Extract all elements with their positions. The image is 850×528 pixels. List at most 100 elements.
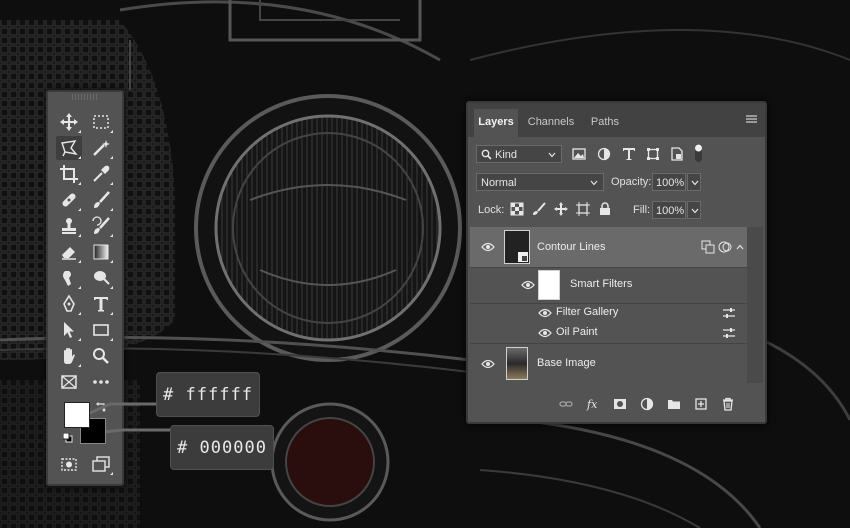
marquee-tool[interactable] <box>88 110 114 134</box>
type-icon <box>94 297 108 312</box>
chevron-down-icon <box>691 180 699 186</box>
history-brush-tool[interactable] <box>88 214 114 238</box>
clone-stamp-tool[interactable] <box>56 214 82 238</box>
filter-mask-thumbnail <box>538 270 560 300</box>
tab-paths[interactable]: Paths <box>584 109 626 137</box>
quick-mask-button[interactable] <box>56 452 82 476</box>
fill-dropdown[interactable] <box>687 201 701 219</box>
blend-mode-select[interactable]: Normal <box>476 173 604 191</box>
arrow-icon <box>64 322 74 338</box>
background-hex-label: # 000000 <box>177 437 267 458</box>
layer-name: Contour Lines <box>537 241 606 253</box>
filter-options-icon[interactable] <box>722 306 736 320</box>
filter-shape-icon[interactable] <box>646 147 660 161</box>
new-group-icon[interactable] <box>667 397 681 411</box>
panel-menu-icon[interactable] <box>746 115 757 123</box>
smudge-tool[interactable] <box>56 266 82 290</box>
pen-tool[interactable] <box>56 292 82 316</box>
swap-colors-icon[interactable] <box>96 402 106 412</box>
lock-position-icon[interactable] <box>554 202 568 216</box>
frame-tool[interactable] <box>56 370 82 394</box>
smart-object-icon <box>701 240 715 254</box>
opacity-label: Opacity: <box>611 176 652 188</box>
svg-text:fx: fx <box>586 398 598 411</box>
quick-mask-icon <box>61 458 77 471</box>
tab-layers[interactable]: Layers <box>474 109 518 137</box>
filter-kind-select[interactable]: Kind <box>476 145 562 163</box>
fx-icon[interactable]: fx <box>586 397 600 411</box>
move-tool[interactable] <box>56 110 82 134</box>
rectangle-tool[interactable] <box>88 318 114 342</box>
gradient-tool[interactable] <box>88 240 114 264</box>
layer-thumbnail <box>506 347 528 380</box>
magic-wand-tool[interactable] <box>88 136 114 160</box>
dodge-icon <box>94 271 110 285</box>
visibility-eye-icon[interactable] <box>538 328 552 338</box>
default-colors-icon[interactable] <box>63 433 73 443</box>
healing-brush-tool[interactable] <box>56 188 82 212</box>
layer-name: Smart Filters <box>570 278 633 290</box>
link-layers-icon[interactable] <box>559 397 573 411</box>
visibility-eye-icon[interactable] <box>481 359 495 369</box>
filter-options-icon[interactable] <box>722 326 736 340</box>
screen-mode-button[interactable] <box>88 452 114 476</box>
eyedropper-tool[interactable] <box>88 162 114 186</box>
crop-tool[interactable] <box>56 162 82 186</box>
layers-scrollbar[interactable] <box>747 227 763 383</box>
layer-row-oil-paint[interactable]: Oil Paint <box>470 323 747 344</box>
chevron-down-icon <box>590 180 598 186</box>
new-layer-icon[interactable] <box>694 397 708 411</box>
type-tool[interactable] <box>88 292 114 316</box>
dodge-tool[interactable] <box>88 266 114 290</box>
add-mask-icon[interactable] <box>613 397 627 411</box>
path-selection-tool[interactable] <box>56 318 82 342</box>
lock-artboard-icon[interactable] <box>576 202 590 216</box>
lock-pixels-icon[interactable] <box>532 202 546 216</box>
filter-smart-object-icon[interactable] <box>670 147 684 161</box>
filter-toggle-icon[interactable] <box>694 143 703 163</box>
filter-adjustment-icon[interactable] <box>597 147 611 161</box>
lock-transparent-icon[interactable] <box>510 202 524 216</box>
visibility-eye-icon[interactable] <box>481 242 495 252</box>
opacity-dropdown[interactable] <box>687 173 701 191</box>
more-tools[interactable] <box>88 370 114 394</box>
eyedropper-icon <box>93 165 110 182</box>
band-aid-icon <box>62 193 76 207</box>
new-adjustment-layer-icon[interactable] <box>640 397 654 411</box>
layer-thumbnail <box>504 230 530 264</box>
zoom-tool[interactable] <box>88 344 114 368</box>
polygonal-lasso-tool[interactable] <box>56 136 82 160</box>
filter-effects-icon <box>718 241 732 253</box>
opacity-input[interactable]: 100% <box>652 173 686 191</box>
fill-label: Fill: <box>633 204 651 216</box>
delete-layer-icon[interactable] <box>721 397 735 411</box>
visibility-eye-icon[interactable] <box>538 308 552 318</box>
gradient-icon <box>93 244 109 260</box>
filter-pixel-icon[interactable] <box>572 147 586 161</box>
layer-row-smart-filters[interactable]: Smart Filters <box>470 267 747 304</box>
eraser-tool[interactable] <box>56 240 82 264</box>
visibility-eye-icon[interactable] <box>521 280 535 290</box>
filter-type-icon[interactable] <box>622 147 636 161</box>
polygonal-lasso-icon <box>61 140 78 157</box>
hand-icon <box>64 348 75 364</box>
layers-footer: fx <box>468 389 765 419</box>
layer-name: Oil Paint <box>556 326 598 338</box>
layer-row-filter-gallery[interactable]: Filter Gallery <box>470 303 747 323</box>
fill-input[interactable]: 100% <box>652 201 686 219</box>
hand-tool[interactable] <box>56 344 82 368</box>
toolbar-grip[interactable] <box>72 94 98 100</box>
lock-all-icon[interactable] <box>598 202 612 216</box>
layer-row-base-image[interactable]: Base Image <box>470 344 747 383</box>
brush-tool[interactable] <box>88 188 114 212</box>
layer-name: Filter Gallery <box>556 306 619 318</box>
layer-row-contour-lines[interactable]: Contour Lines <box>470 227 747 268</box>
layers-panel: Layers Channels Paths Kind Normal Opacit… <box>466 101 767 424</box>
tab-channels[interactable]: Channels <box>522 109 580 137</box>
chevron-up-icon[interactable] <box>736 244 744 250</box>
stamp-icon <box>62 218 76 234</box>
foreground-color-swatch[interactable] <box>64 402 90 428</box>
foreground-hex-label: # ffffff <box>163 384 253 405</box>
blend-mode-value: Normal <box>481 177 517 189</box>
search-icon <box>481 149 492 160</box>
